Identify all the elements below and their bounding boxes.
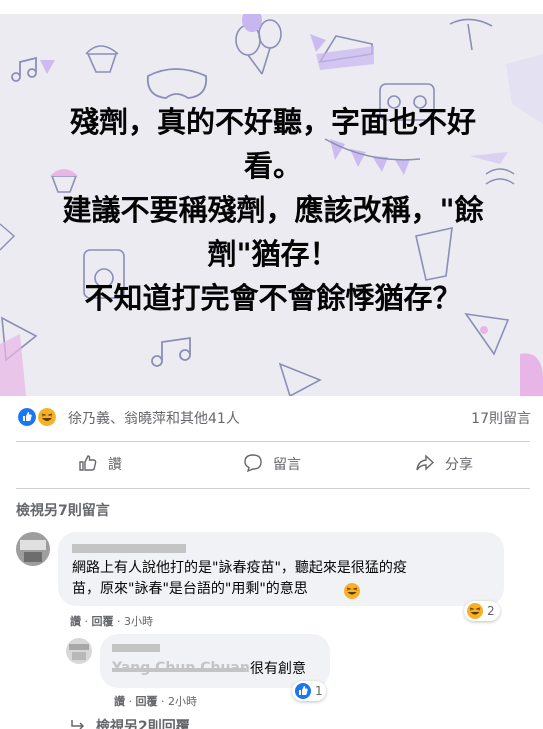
comment-count[interactable]: 17則留言 xyxy=(471,408,531,428)
view-replies-link[interactable]: 檢視另2則回覆 xyxy=(70,716,270,729)
author-name-redacted[interactable] xyxy=(112,644,160,652)
reply-meta: 讚 · 回覆 · 2小時 xyxy=(114,695,197,708)
top-strip xyxy=(0,0,543,15)
reaction-count: 1 xyxy=(315,684,323,698)
divider xyxy=(16,488,530,489)
thumbs-up-icon xyxy=(79,455,97,471)
reply-timestamp[interactable]: 2小時 xyxy=(168,695,197,708)
post-line: 劑"猶存！ xyxy=(207,237,339,271)
avatar[interactable] xyxy=(16,532,50,566)
avatar[interactable] xyxy=(66,638,92,664)
post-banner: 殘劑，真的不好聽，字面也不好 看。 建議不要稱殘劑，應該改稱，"餘 劑"猶存！ … xyxy=(0,14,543,396)
post-line: 不知道打完會不會餘悸猶存？ xyxy=(84,281,462,315)
comment-text: 網路上有人說他打的是"詠春疫苗"，聽起來是很猛的疫 xyxy=(72,560,407,576)
share-label: 分享 xyxy=(445,457,473,473)
reply-text: 很有創意 xyxy=(250,661,306,677)
reply-author[interactable]: Yang Chun Chuan xyxy=(112,660,250,676)
haha-icon xyxy=(467,603,483,619)
post-line: 建議不要稱殘劑，應該改稱，"餘 xyxy=(62,193,484,227)
like-icon xyxy=(18,408,36,426)
view-more-comments-link[interactable]: 檢視另7則留言 xyxy=(16,500,110,520)
comment-text: 苗，原來"詠春"是台語的"用剩"的意思 xyxy=(72,581,308,597)
comment-timestamp[interactable]: 3小時 xyxy=(124,615,153,628)
reply-reaction-badge[interactable]: 1 xyxy=(292,681,326,701)
reply-reply-link[interactable]: 回覆 xyxy=(136,695,158,708)
comment-reply-link[interactable]: 回覆 xyxy=(92,615,114,628)
like-label: 讚 xyxy=(108,457,122,473)
comment-reaction-badge[interactable]: 2 xyxy=(464,601,500,621)
haha-icon xyxy=(38,408,56,426)
post-message: 殘劑，真的不好聽，字面也不好 看。 建議不要稱殘劑，應該改稱，"餘 劑"猶存！ … xyxy=(30,100,516,320)
laughing-emoji-icon xyxy=(344,583,360,599)
reaction-count: 2 xyxy=(487,604,495,618)
comment-label: 留言 xyxy=(273,457,301,473)
comment-like-link[interactable]: 讚 xyxy=(70,615,81,628)
comment-icon xyxy=(244,454,262,473)
like-icon xyxy=(295,683,311,699)
action-bar: 讚 留言 分享 xyxy=(0,442,543,486)
author-name-redacted[interactable] xyxy=(72,544,186,553)
comment-meta: 讚 · 回覆 · 3小時 xyxy=(70,615,153,628)
reply-like-link[interactable]: 讚 xyxy=(114,695,125,708)
post-line: 看。 xyxy=(243,149,302,183)
reactions-summary[interactable]: 徐乃義、翁曉萍和其他41人 17則留言 xyxy=(0,396,543,440)
share-icon xyxy=(416,454,435,471)
reply-arrow-icon xyxy=(71,720,85,729)
post-line: 殘劑，真的不好聽，字面也不好 xyxy=(69,105,476,139)
comment-bubble: 網路上有人說他打的是"詠春疫苗"，聽起來是很猛的疫 苗，原來"詠春"是台語的"用… xyxy=(58,532,504,606)
reaction-names[interactable]: 徐乃義、翁曉萍和其他41人 xyxy=(68,408,240,428)
reply-bubble: Yang Chun Chuan 很有創意 xyxy=(100,634,330,688)
